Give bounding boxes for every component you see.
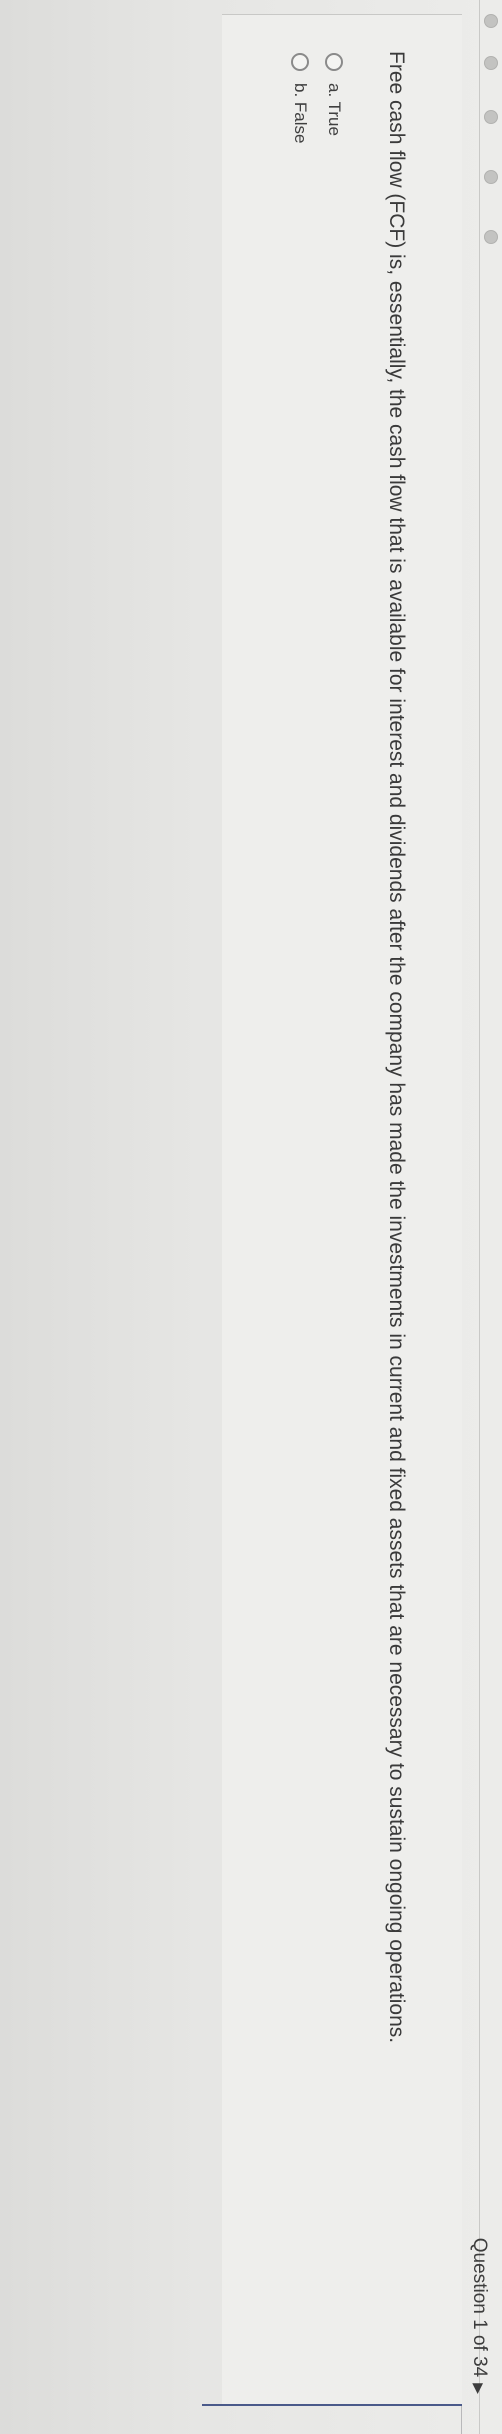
option-true[interactable]: a. True <box>324 53 344 136</box>
question-counter[interactable]: Question 1 of 34 ▶ <box>468 2238 490 2394</box>
nav-circle-icon[interactable] <box>484 230 498 244</box>
quiz-screen: Free cash flow (FCF) is, essentially, th… <box>0 0 502 2434</box>
question-nav-strip <box>479 0 502 2434</box>
radio-button-icon[interactable] <box>325 53 343 71</box>
nav-circle-icon[interactable] <box>484 170 498 184</box>
question-counter-label: Question 1 of 34 <box>469 2237 490 2378</box>
accent-bar <box>202 2404 462 2406</box>
option-label: a. True <box>325 83 344 136</box>
nav-circle-icon[interactable] <box>484 56 498 70</box>
next-arrow-icon[interactable]: ▶ <box>471 2383 487 2394</box>
question-card: Free cash flow (FCF) is, essentially, th… <box>222 14 462 2405</box>
radio-button-icon[interactable] <box>291 53 309 71</box>
nav-circle-icon[interactable] <box>484 110 498 124</box>
question-text: Free cash flow (FCF) is, essentially, th… <box>385 51 408 2044</box>
option-label: b. False <box>291 83 310 144</box>
nav-circle-icon[interactable] <box>484 14 498 28</box>
option-false[interactable]: b. False <box>290 53 310 143</box>
